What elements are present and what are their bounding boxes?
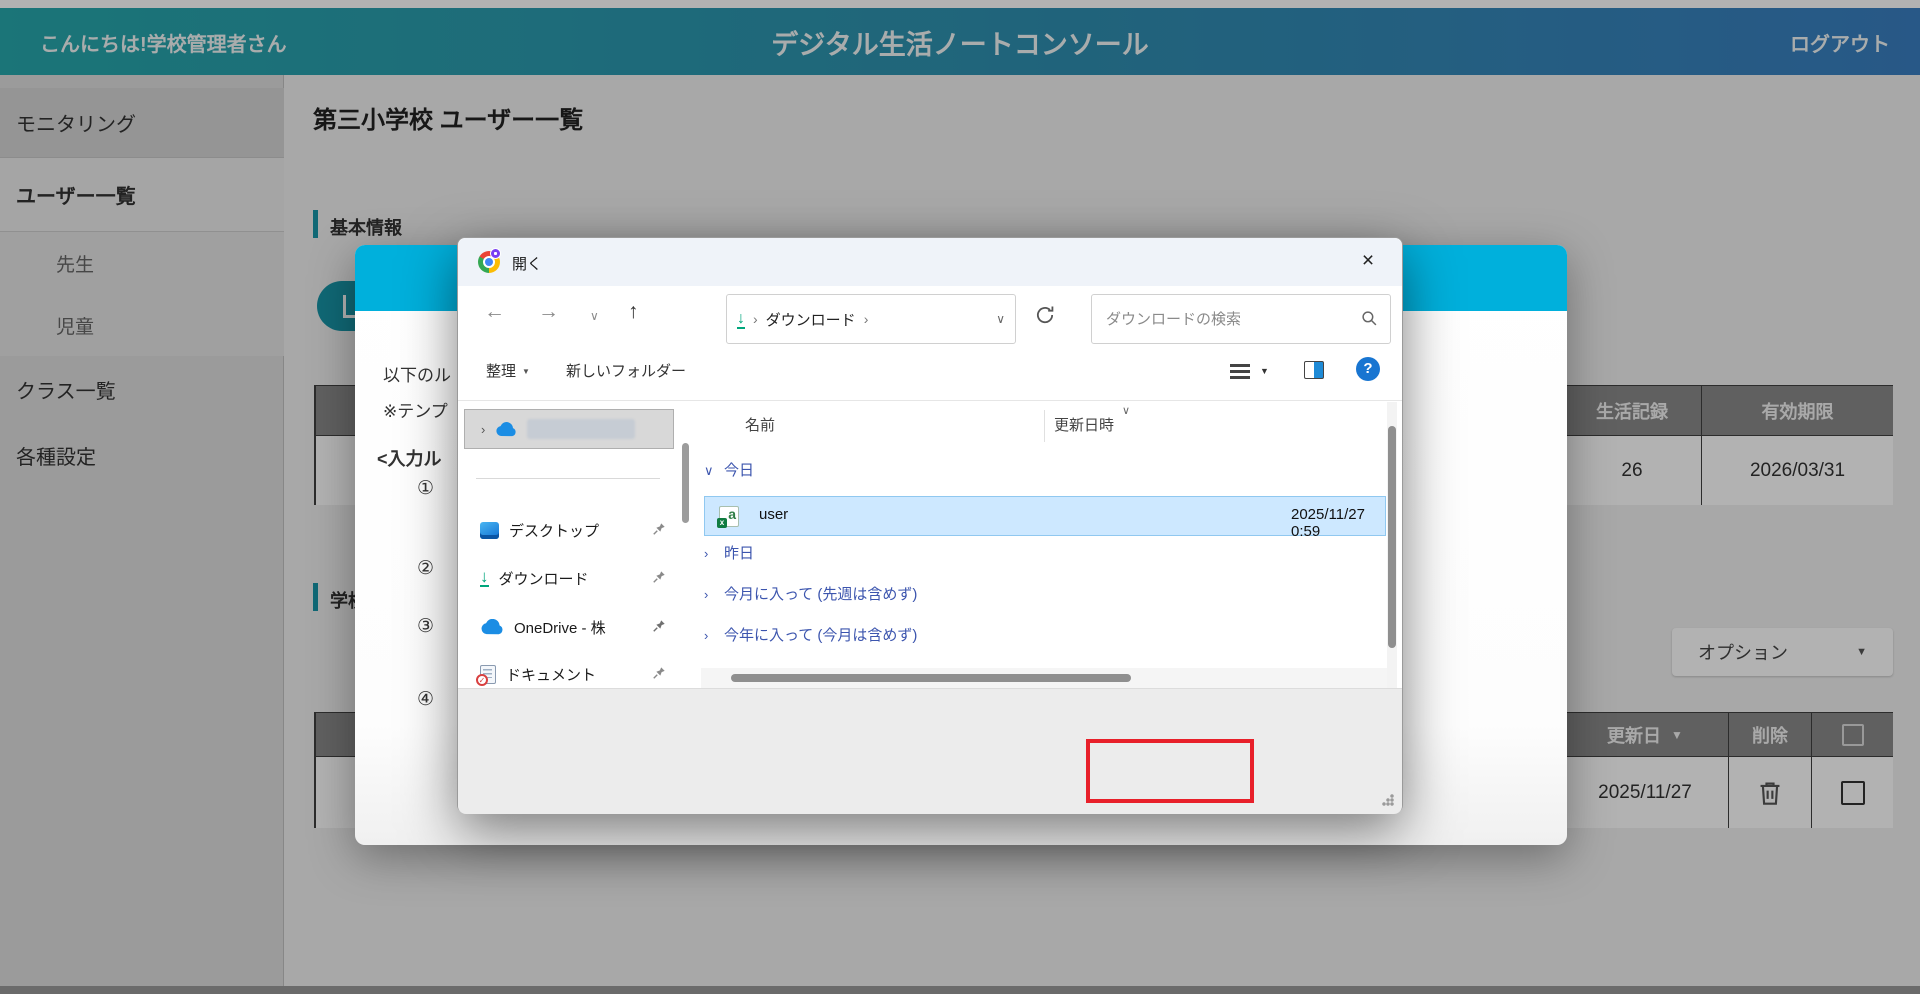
dialog-title: 開く xyxy=(512,253,542,274)
horizontal-scrollbar[interactable] xyxy=(701,668,1387,688)
scrollbar-thumb[interactable] xyxy=(1388,426,1396,648)
divider xyxy=(458,400,1402,401)
onedrive-cloud-icon xyxy=(495,422,517,437)
address-bar[interactable]: ↓ › ダウンロード › ∨ xyxy=(726,294,1016,344)
address-dropdown-icon[interactable]: ∨ xyxy=(996,312,1005,326)
nav-pane-scrollbar[interactable] xyxy=(682,443,689,523)
view-mode-icon[interactable] xyxy=(1230,364,1250,379)
nav-item-desktop[interactable]: デスクトップ xyxy=(464,512,676,548)
search-input[interactable] xyxy=(1106,296,1346,342)
pin-icon xyxy=(652,522,666,540)
up-icon[interactable]: ↑ xyxy=(628,300,639,324)
modal-step-4: ④ xyxy=(417,688,434,711)
preview-pane-icon[interactable] xyxy=(1304,361,1324,379)
file-open-dialog: 開く × ← → ∨ ↑ ↓ › ダウンロード › ∨ xyxy=(457,237,1403,813)
pin-icon xyxy=(652,666,666,684)
chevron-right-icon[interactable]: › xyxy=(704,628,724,643)
new-folder-button[interactable]: 新しいフォルダー xyxy=(566,360,686,381)
back-icon[interactable]: ← xyxy=(484,300,505,324)
nav-item-onedrive[interactable]: OneDrive - 株 xyxy=(464,609,676,645)
group-today[interactable]: ∨今日 xyxy=(704,459,754,480)
chevron-right-icon[interactable]: › xyxy=(704,587,724,602)
nav-item-documents[interactable]: ✓ ドキュメント xyxy=(464,656,676,692)
nav-item-label: ドキュメント xyxy=(506,664,596,685)
group-earlier-this-month[interactable]: ›今月に入って (先週は含めず) xyxy=(704,583,917,604)
recent-locations-chevron-icon[interactable]: ∨ xyxy=(590,309,599,323)
group-earlier-this-year[interactable]: ›今年に入って (今月は含めず) xyxy=(704,624,917,645)
chevron-down-icon[interactable]: ∨ xyxy=(704,463,724,479)
view-mode-chevron-icon[interactable]: ▼ xyxy=(1260,366,1269,376)
group-yesterday[interactable]: ›昨日 xyxy=(704,542,754,563)
group-label: 昨日 xyxy=(724,545,754,562)
chevron-right-icon[interactable]: › xyxy=(704,546,724,561)
chevron-down-icon: ▼ xyxy=(522,367,530,376)
breadcrumb-chevron-icon: › xyxy=(753,311,758,327)
nav-item-onedrive-root[interactable]: › xyxy=(464,409,674,449)
modal-instruction-1: 以下のル xyxy=(383,361,451,386)
divider xyxy=(476,478,660,479)
column-divider[interactable] xyxy=(1044,410,1045,442)
search-box xyxy=(1091,294,1391,344)
organize-menu[interactable]: 整理 ▼ xyxy=(486,360,530,381)
column-header-date[interactable]: 更新日時 xyxy=(1054,414,1114,435)
scrollbar-thumb[interactable] xyxy=(731,674,1131,682)
sort-chevron-icon[interactable]: ∨ xyxy=(1122,404,1130,417)
screen: こんにちは!学校管理者さん デジタル生活ノートコンソール ログアウト モニタリン… xyxy=(0,0,1920,994)
close-icon[interactable]: × xyxy=(1350,246,1386,276)
forward-icon[interactable]: → xyxy=(538,300,559,324)
downloads-folder-icon: ↓ xyxy=(737,310,745,329)
modal-instruction-2: ※テンプ xyxy=(383,397,448,422)
group-label: 今月に入って (先週は含めず) xyxy=(724,586,917,603)
csv-file-icon xyxy=(719,506,739,527)
nav-item-label: デスクトップ xyxy=(509,520,599,541)
nav-item-label: ダウンロード xyxy=(499,568,589,589)
column-header-name[interactable]: 名前 xyxy=(745,414,775,435)
group-label: 今日 xyxy=(724,462,754,479)
file-modified-date: 2025/11/27 0:59 xyxy=(1291,506,1385,540)
file-row-selected[interactable]: user 2025/11/27 0:59 xyxy=(704,496,1386,536)
modal-step-1: ① xyxy=(417,477,434,500)
organize-label: 整理 xyxy=(486,363,516,380)
search-icon xyxy=(1361,310,1378,331)
pin-icon xyxy=(652,570,666,588)
file-name: user xyxy=(759,506,788,523)
desktop-icon xyxy=(480,522,499,539)
documents-icon: ✓ xyxy=(480,665,496,684)
breadcrumb[interactable]: ダウンロード xyxy=(766,309,856,330)
onedrive-cloud-icon xyxy=(480,619,504,635)
modal-step-2: ② xyxy=(417,557,434,580)
help-icon[interactable]: ? xyxy=(1356,357,1380,381)
redacted-label xyxy=(527,419,635,439)
nav-item-downloads[interactable]: ↓ ダウンロード xyxy=(464,560,676,596)
file-list-scrollbar[interactable] xyxy=(1387,402,1397,688)
breadcrumb-chevron-icon: › xyxy=(864,311,869,327)
refresh-icon[interactable] xyxy=(1034,304,1062,332)
download-icon: ↓ xyxy=(480,569,489,587)
pin-icon xyxy=(652,619,666,637)
chrome-profile-badge-icon xyxy=(490,248,501,259)
group-label: 今年に入って (今月は含めず) xyxy=(724,627,917,644)
chevron-right-icon[interactable]: › xyxy=(481,422,485,437)
modal-rule-heading: <入力ル xyxy=(377,445,442,471)
modal-step-3: ③ xyxy=(417,615,434,638)
nav-item-label: OneDrive - 株 xyxy=(514,617,606,638)
resize-grip[interactable] xyxy=(1382,794,1394,806)
dialog-footer: ファイル名(N): ∨ Microsoft Excel Comma Separa… xyxy=(458,688,1402,814)
dialog-titlebar[interactable]: 開く × xyxy=(458,238,1402,286)
